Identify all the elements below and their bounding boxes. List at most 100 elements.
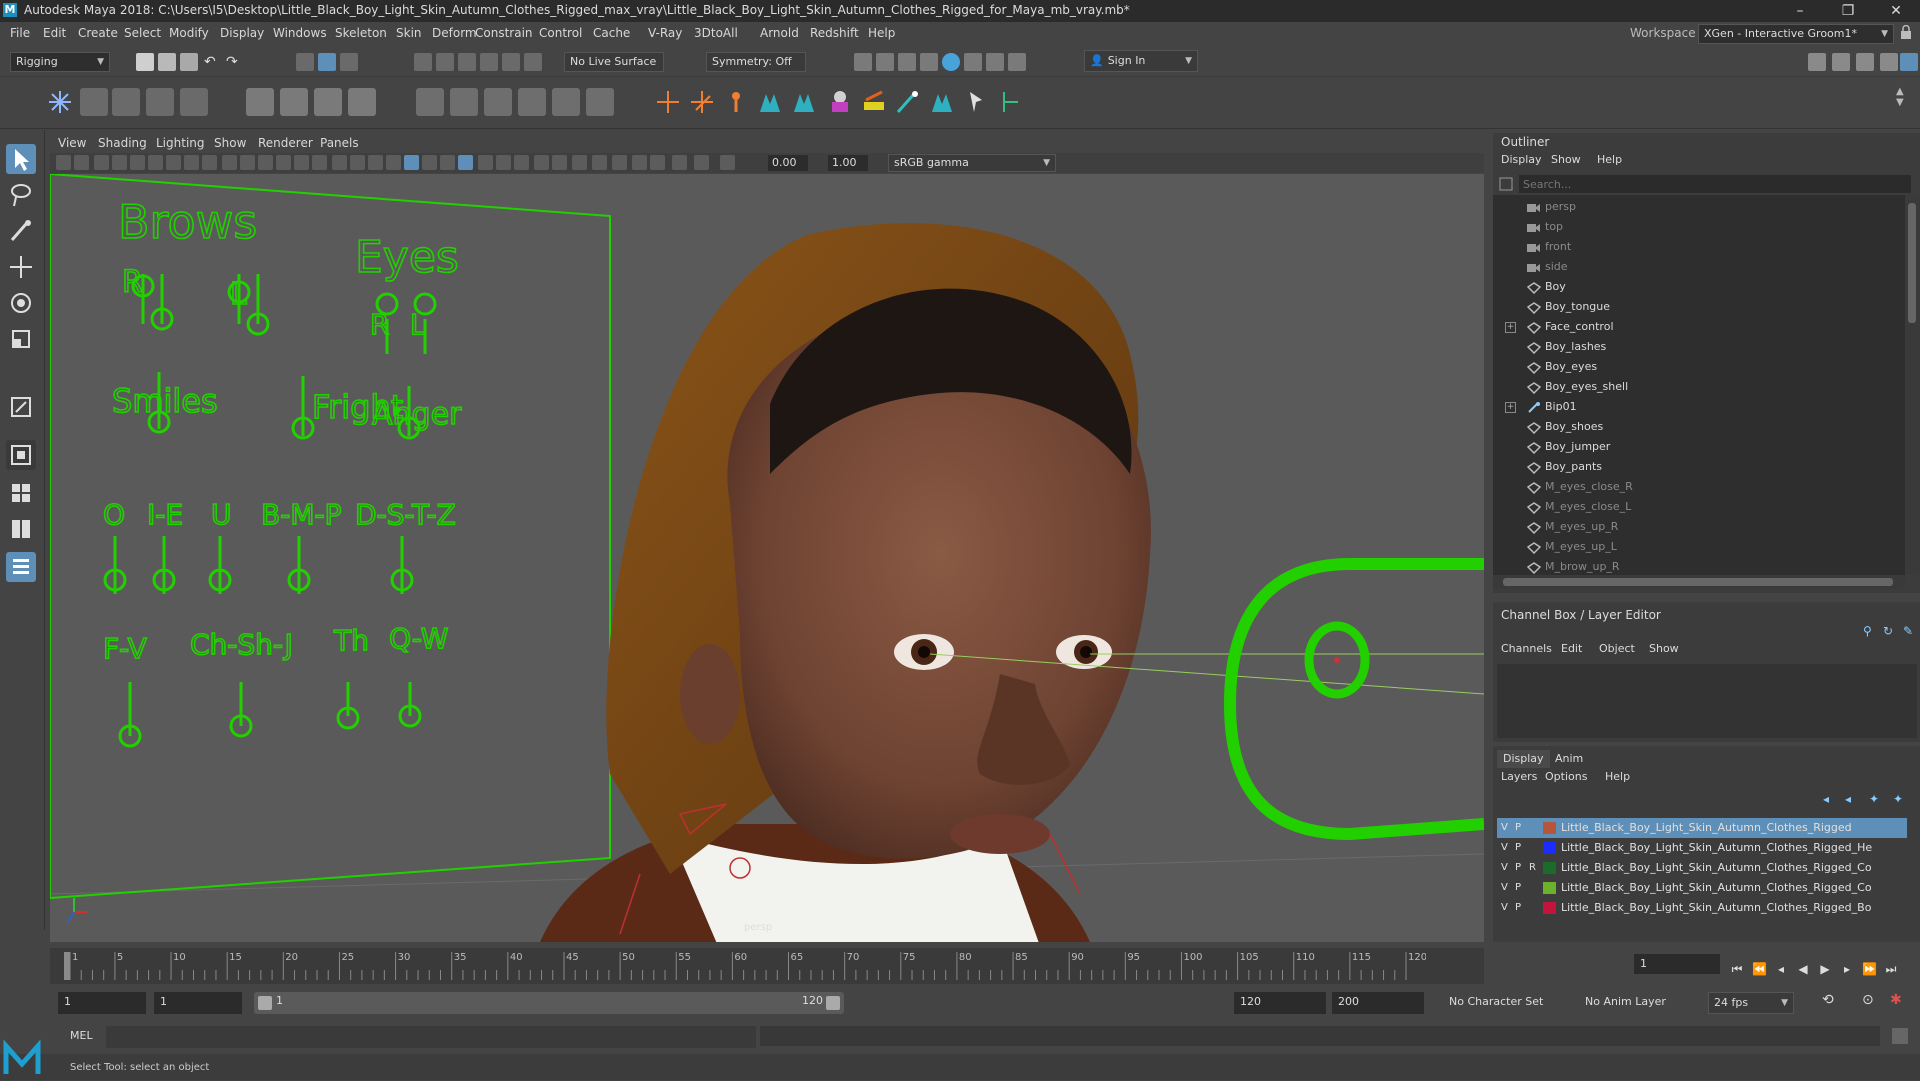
new-layer-selected-icon[interactable]: ✦: [1893, 792, 1903, 806]
expand-icon[interactable]: +: [1505, 402, 1516, 413]
outliner-item[interactable]: Face_control: [1545, 317, 1614, 337]
viewport-tool-icon[interactable]: [56, 155, 71, 170]
layer-color-swatch[interactable]: [1543, 902, 1556, 914]
menu-13[interactable]: V-Ray: [648, 26, 682, 40]
mouth-mesh[interactable]: [950, 814, 1050, 854]
lattice-icon[interactable]: [314, 88, 342, 116]
outliner-item[interactable]: M_brow_up_R: [1545, 557, 1620, 577]
boy-ear-mesh[interactable]: [680, 644, 740, 744]
menu-15[interactable]: Arnold: [760, 26, 799, 40]
viewport-tool-icon[interactable]: [632, 155, 647, 170]
outliner-item[interactable]: M_eyes_up_R: [1545, 517, 1618, 537]
go-to-start-icon[interactable]: ⏮: [1730, 962, 1744, 976]
menu-14[interactable]: 3DtoAll: [694, 26, 738, 40]
menu-4[interactable]: Modify: [169, 26, 209, 40]
ipr-render-icon[interactable]: [898, 53, 916, 71]
render-sequence-icon[interactable]: [876, 53, 894, 71]
viewport-tool-icon[interactable]: [440, 155, 455, 170]
viewport-tool-icon[interactable]: [258, 155, 273, 170]
character-controls-icon[interactable]: [1832, 53, 1850, 71]
loop-icon[interactable]: ⟲: [1822, 992, 1834, 1008]
viewport-tool-icon[interactable]: [612, 155, 627, 170]
pivot-tool-icon[interactable]: [996, 88, 1024, 116]
viewport-tool-icon[interactable]: [184, 155, 199, 170]
nhair-icon[interactable]: [860, 88, 888, 116]
viewport-tool-icon[interactable]: [478, 155, 493, 170]
outliner-item[interactable]: side: [1545, 257, 1568, 277]
outliner-item[interactable]: front: [1545, 237, 1571, 257]
live-surface-field[interactable]: No Live Surface: [564, 52, 664, 72]
menu-1[interactable]: Edit: [43, 26, 66, 40]
ik-spline-icon[interactable]: [112, 88, 140, 116]
outliner-menu-2[interactable]: Help: [1597, 153, 1622, 166]
menu-17[interactable]: Help: [868, 26, 895, 40]
select-component-icon[interactable]: [340, 53, 358, 71]
single-pane-layout-icon[interactable]: [6, 440, 36, 470]
script-editor-icon[interactable]: [1892, 1028, 1908, 1044]
hypershade-icon[interactable]: [942, 53, 960, 71]
expand-icon[interactable]: +: [1505, 322, 1516, 333]
render-settings-icon[interactable]: [920, 53, 938, 71]
viewport-tool-icon[interactable]: [368, 155, 383, 170]
close-button[interactable]: ✕: [1876, 0, 1916, 22]
snap-view-icon[interactable]: [480, 53, 498, 71]
viewport-menu-1[interactable]: Shading: [98, 136, 147, 150]
menu-11[interactable]: Control: [539, 26, 582, 40]
menu-5[interactable]: Display: [220, 26, 264, 40]
aim-constraint-icon[interactable]: [552, 88, 580, 116]
viewport-tool-icon[interactable]: [202, 155, 217, 170]
lock-icon[interactable]: [1900, 24, 1912, 39]
outliner-item[interactable]: Bip01: [1545, 397, 1577, 417]
outliner-item[interactable]: persp: [1545, 197, 1576, 217]
menu-12[interactable]: Cache: [593, 26, 630, 40]
workspace-dropdown[interactable]: XGen - Interactive Groom1* ▼: [1698, 24, 1894, 44]
outliner-hscrollbar[interactable]: [1493, 575, 1905, 589]
point-constraint-icon[interactable]: [450, 88, 478, 116]
shelf-scroll-icon[interactable]: ▲ ▼: [1896, 86, 1904, 108]
viewport-menu-0[interactable]: View: [58, 136, 86, 150]
render-view-icon[interactable]: [964, 53, 982, 71]
layer-row[interactable]: V P Little_Black_Boy_Light_Skin_Autumn_Clo…: [1497, 818, 1907, 838]
outliner-options-icon[interactable]: [1497, 175, 1515, 193]
step-back-frame-icon[interactable]: ◂: [1774, 962, 1788, 976]
move-tool-icon[interactable]: [6, 252, 36, 282]
viewport-tool-icon[interactable]: [74, 155, 89, 170]
layer-tab-1[interactable]: Anim: [1549, 750, 1589, 768]
outliner-item[interactable]: Boy_eyes_shell: [1545, 377, 1628, 397]
layer-tab-0[interactable]: Display: [1497, 750, 1550, 768]
layer-playback-toggle[interactable]: P: [1515, 818, 1521, 838]
gamma-field[interactable]: 1.00: [828, 155, 868, 171]
viewport-menu-4[interactable]: Renderer: [258, 136, 313, 150]
viewport-tool-icon[interactable]: [350, 155, 365, 170]
layer-reference-toggle[interactable]: R: [1529, 858, 1536, 878]
menu-0[interactable]: File: [10, 26, 30, 40]
step-back-key-icon[interactable]: ⏪: [1752, 962, 1767, 976]
viewport-tool-icon[interactable]: [240, 155, 255, 170]
viewport-tool-icon[interactable]: [166, 155, 181, 170]
channel-box-menu-2[interactable]: Object: [1599, 642, 1635, 655]
layer-visibility-toggle[interactable]: V: [1501, 898, 1508, 918]
wrap-deformer-icon[interactable]: [790, 88, 818, 116]
start-time-field[interactable]: 1: [58, 992, 146, 1014]
two-pane-layout-icon[interactable]: [6, 514, 36, 544]
layer-color-swatch[interactable]: [1543, 822, 1556, 834]
outliner-item[interactable]: top: [1545, 217, 1563, 237]
move-layer-up-icon[interactable]: ◂: [1823, 792, 1829, 806]
layer-playback-toggle[interactable]: P: [1515, 898, 1521, 918]
paint-effects-icon[interactable]: [894, 88, 922, 116]
outliner-item[interactable]: Boy_shoes: [1545, 417, 1603, 437]
pole-vector-icon[interactable]: [586, 88, 614, 116]
redo-icon[interactable]: ↷: [226, 53, 244, 71]
outliner-vscroll-thumb[interactable]: [1908, 203, 1916, 323]
anim-preferences-icon[interactable]: ✱: [1890, 992, 1902, 1008]
outliner-item[interactable]: Boy_jumper: [1545, 437, 1610, 457]
paint-select-icon[interactable]: [6, 216, 36, 246]
viewport-tool-icon[interactable]: [294, 155, 309, 170]
undo-icon[interactable]: ↶: [204, 53, 222, 71]
anim-layer-dropdown[interactable]: No Anim Layer: [1580, 992, 1690, 1014]
viewport-tool-icon[interactable]: [672, 155, 687, 170]
viewport-tool-icon[interactable]: [572, 155, 587, 170]
outliner-menu-1[interactable]: Show: [1551, 153, 1581, 166]
menu-16[interactable]: Redshift: [810, 26, 859, 40]
viewport-tool-icon[interactable]: [386, 155, 401, 170]
